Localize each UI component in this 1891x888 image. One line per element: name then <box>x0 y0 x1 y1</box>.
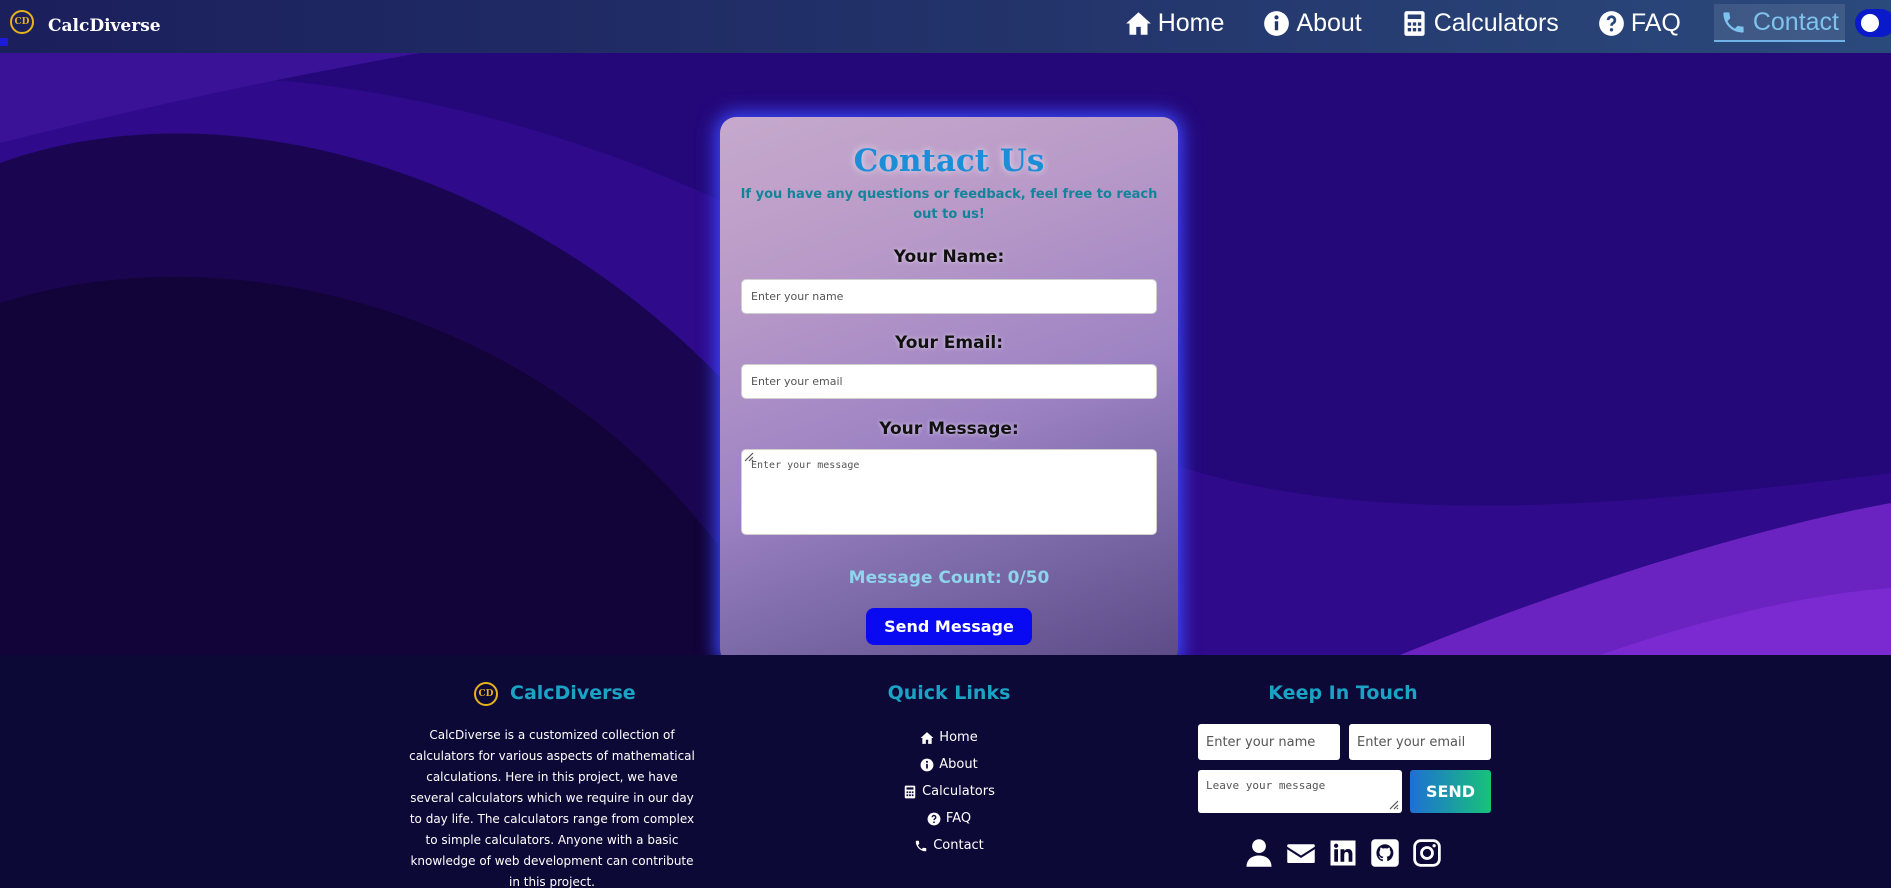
theme-toggle[interactable] <box>1855 9 1891 37</box>
quick-link-calculators[interactable]: Calculators <box>849 778 1049 805</box>
brand-logo-icon: CD <box>10 10 34 34</box>
brand-name: CalcDiverse <box>48 16 161 36</box>
resize-grip-icon[interactable] <box>742 450 754 462</box>
message-label: Your Message: <box>879 419 1019 439</box>
quick-link-home[interactable]: Home <box>849 724 1049 751</box>
keep-in-touch-title: Keep In Touch <box>1268 682 1418 704</box>
nav-item-faq[interactable]: FAQ <box>1592 4 1687 42</box>
footer-email-input[interactable]: Enter your email <box>1349 724 1491 760</box>
name-label: Your Name: <box>893 247 1005 267</box>
quick-link-label: Calculators <box>922 784 995 799</box>
instagram-icon[interactable] <box>1412 838 1442 868</box>
nav-accent-stripe <box>0 38 8 46</box>
calculator-icon <box>904 785 916 798</box>
home-icon <box>920 731 934 744</box>
footer-send-button[interactable]: SEND <box>1410 770 1491 813</box>
navbar: CD CalcDiverse Home About Calculators FA… <box>0 0 1891 53</box>
resize-grip-icon[interactable] <box>1387 798 1399 810</box>
footer: CD CalcDiverse CalcDiverse is a customiz… <box>0 655 1891 888</box>
name-placeholder: Enter your name <box>751 290 844 303</box>
linkedin-icon[interactable] <box>1328 838 1358 868</box>
hero-background: Contact Us If you have any questions or … <box>0 53 1891 655</box>
nav-item-about[interactable]: About <box>1257 4 1367 42</box>
quick-link-label: About <box>939 757 978 772</box>
message-textarea[interactable]: Enter your message <box>741 449 1157 535</box>
send-message-button[interactable]: Send Message <box>866 608 1032 645</box>
question-icon <box>1598 10 1624 36</box>
question-icon <box>927 812 941 825</box>
footer-email-placeholder: Enter your email <box>1357 734 1466 750</box>
footer-message-textarea[interactable]: Leave your message <box>1198 770 1402 813</box>
user-icon[interactable] <box>1244 838 1274 868</box>
quick-links-list: Home About Calculators FAQ Contact <box>849 724 1049 859</box>
email-placeholder: Enter your email <box>751 375 843 388</box>
quick-link-contact[interactable]: Contact <box>849 832 1049 859</box>
github-icon[interactable] <box>1370 838 1400 868</box>
info-icon <box>1264 10 1290 36</box>
nav-item-label: Contact <box>1752 7 1839 36</box>
footer-brand-title: CalcDiverse <box>510 682 636 704</box>
footer-name-placeholder: Enter your name <box>1206 734 1316 750</box>
nav-item-label: FAQ <box>1630 8 1681 37</box>
quick-links-title: Quick Links <box>887 682 1011 704</box>
nav-item-calculators[interactable]: Calculators <box>1395 4 1565 42</box>
quick-link-faq[interactable]: FAQ <box>849 805 1049 832</box>
footer-about-text: CalcDiverse is a customized collection o… <box>409 728 695 888</box>
contact-card: Contact Us If you have any questions or … <box>720 117 1178 655</box>
nav-links: Home About Calculators FAQ Contact <box>1119 0 1891 46</box>
info-icon <box>920 758 934 771</box>
phone-icon <box>915 840 927 851</box>
social-links <box>1244 838 1442 868</box>
footer-message-placeholder: Leave your message <box>1206 779 1326 792</box>
contact-subtitle: If you have any questions or feedback, f… <box>740 187 1158 222</box>
quick-link-about[interactable]: About <box>849 751 1049 778</box>
email-input[interactable]: Enter your email <box>741 364 1157 399</box>
toggle-knob <box>1861 14 1879 32</box>
footer-name-input[interactable]: Enter your name <box>1198 724 1340 760</box>
email-label: Your Email: <box>894 333 1004 353</box>
quick-link-label: Home <box>939 730 978 745</box>
brand[interactable]: CD CalcDiverse <box>10 8 161 36</box>
nav-item-label: Home <box>1157 8 1225 37</box>
nav-item-home[interactable]: Home <box>1119 4 1231 42</box>
nav-item-label: Calculators <box>1433 8 1559 37</box>
name-input[interactable]: Enter your name <box>741 279 1157 314</box>
nav-item-contact[interactable]: Contact <box>1713 4 1845 42</box>
calculator-icon <box>1404 10 1425 36</box>
footer-logo-icon: CD <box>474 682 498 706</box>
home-icon <box>1125 11 1151 35</box>
phone-icon <box>1723 11 1744 33</box>
nav-item-label: About <box>1296 8 1362 37</box>
quick-link-label: Contact <box>933 838 984 853</box>
message-placeholder: Enter your message <box>751 460 860 471</box>
mail-icon[interactable] <box>1286 838 1316 868</box>
contact-title: Contact Us <box>853 143 1045 179</box>
message-count: Message Count: 0/50 <box>848 568 1050 588</box>
quick-link-label: FAQ <box>945 811 972 826</box>
